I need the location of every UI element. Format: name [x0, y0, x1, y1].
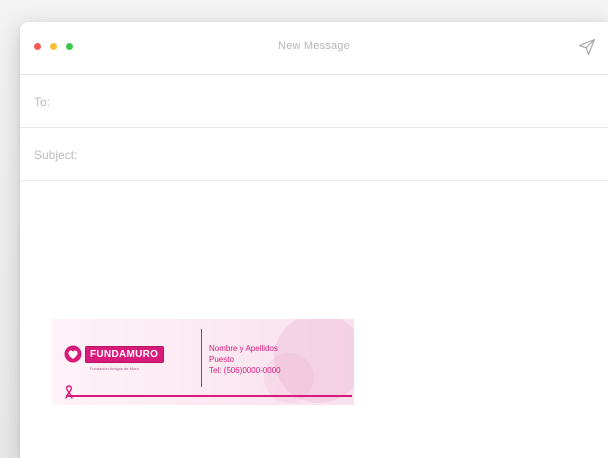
signature-divider	[201, 329, 202, 387]
subject-field[interactable]: Subject:	[20, 128, 608, 181]
compose-window: New Message To: Subject: FUNDAMURO Funda…	[20, 22, 608, 458]
to-input[interactable]	[80, 87, 594, 117]
send-button[interactable]	[576, 36, 598, 58]
titlebar: New Message	[20, 22, 608, 75]
to-label: To:	[34, 95, 51, 109]
stage: New Message To: Subject: FUNDAMURO Funda…	[0, 0, 608, 458]
signature-details: Nombre y Apellidos Puesto Tel: (506)0000…	[209, 343, 281, 376]
to-field[interactable]: To:	[20, 75, 608, 128]
heart-hands-icon	[64, 345, 82, 363]
signature-role: Puesto	[209, 355, 234, 364]
paper-plane-icon	[578, 38, 596, 56]
signature-rule	[66, 395, 352, 397]
message-body[interactable]: FUNDAMURO Fundación Amigos de Muro Nombr…	[20, 181, 608, 458]
window-title: New Message	[278, 40, 350, 52]
logo-tagline: Fundación Amigos de Muro	[90, 366, 139, 371]
signature-phone: Tel: (506)0000-0000	[209, 366, 281, 375]
signature-name: Nombre y Apellidos	[209, 344, 278, 353]
email-signature: FUNDAMURO Fundación Amigos de Muro Nombr…	[52, 319, 354, 405]
ribbon-icon	[65, 385, 73, 399]
subject-input[interactable]	[92, 140, 594, 170]
fundamuro-logo: FUNDAMURO	[62, 345, 165, 363]
logo-wordmark: FUNDAMURO	[85, 345, 165, 363]
subject-label: Subject:	[34, 148, 78, 162]
